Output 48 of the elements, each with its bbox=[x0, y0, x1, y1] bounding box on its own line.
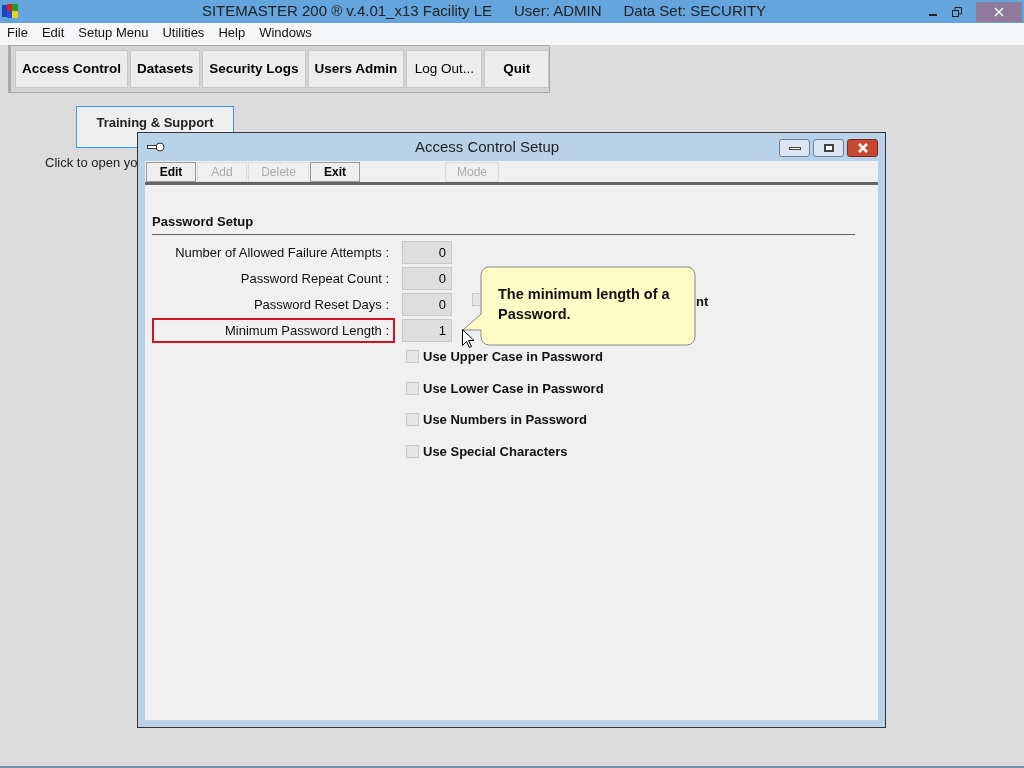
close-icon bbox=[994, 6, 1004, 17]
key-icon bbox=[147, 142, 165, 152]
checkbox-label: nt bbox=[696, 293, 709, 311]
toolbar-button[interactable]: Access Control bbox=[15, 50, 129, 88]
section-title: Password Setup bbox=[152, 214, 254, 229]
menu-item[interactable]: Windows bbox=[259, 23, 312, 43]
cursor-icon bbox=[462, 329, 474, 348]
field-label: Minimum Password Length : bbox=[152, 318, 395, 343]
hint-text: Click to open yo bbox=[45, 154, 138, 172]
field-label: Password Reset Days : bbox=[252, 295, 390, 314]
checkbox[interactable] bbox=[406, 381, 419, 395]
dialog-button[interactable]: Exit bbox=[310, 161, 360, 182]
toolbar-button[interactable]: Quit bbox=[484, 50, 549, 88]
tooltip-text: The minimum length of a Password. bbox=[498, 285, 671, 324]
menu-item[interactable]: Setup Menu bbox=[78, 23, 149, 43]
restore-icon[interactable] bbox=[952, 6, 962, 17]
checkbox-label: Use Special Characters bbox=[423, 442, 568, 461]
minimize-button[interactable] bbox=[779, 139, 810, 157]
toolbar-button[interactable]: Users Admin bbox=[307, 50, 405, 88]
checkbox[interactable] bbox=[406, 350, 419, 364]
field-label: Number of Allowed Failure Attempts : bbox=[174, 243, 390, 262]
menu-item[interactable]: Utilities bbox=[162, 23, 205, 43]
number-field[interactable]: 1 bbox=[402, 319, 452, 342]
checkbox-label: Use Upper Case in Password bbox=[423, 348, 603, 366]
window-title: SITEMASTER 200 ® v.4.01_x13 Facility LE bbox=[201, 1, 492, 22]
dialog-title: Access Control Setup bbox=[413, 136, 561, 157]
toolbar-button[interactable]: Security Logs bbox=[202, 50, 306, 88]
close-icon bbox=[856, 143, 869, 153]
toolbar-button[interactable]: Log Out... bbox=[406, 50, 483, 88]
number-field[interactable]: 0 bbox=[402, 241, 452, 264]
checkbox[interactable] bbox=[472, 293, 480, 306]
number-field[interactable]: 0 bbox=[402, 267, 452, 290]
menu-item[interactable]: Edit bbox=[41, 23, 65, 43]
maximize-button[interactable] bbox=[813, 139, 844, 157]
close-button[interactable] bbox=[847, 139, 878, 157]
menu-item[interactable]: Help bbox=[218, 23, 246, 43]
number-field[interactable]: 0 bbox=[402, 293, 452, 316]
dataset-label: Data Set: SECURITY bbox=[623, 1, 767, 22]
dialog-button[interactable]: Edit bbox=[146, 161, 196, 182]
checkbox-label: Use Numbers in Password bbox=[423, 411, 587, 429]
menu-item[interactable]: File bbox=[7, 23, 28, 43]
user-label: User: ADMIN bbox=[514, 1, 602, 22]
field-label: Password Repeat Count : bbox=[239, 269, 390, 288]
app-icon bbox=[2, 3, 19, 19]
toolbar-button[interactable]: Datasets bbox=[130, 50, 201, 88]
checkbox[interactable] bbox=[406, 444, 419, 458]
checkbox-label: Use Lower Case in Password bbox=[423, 379, 604, 398]
checkbox[interactable] bbox=[406, 413, 419, 427]
